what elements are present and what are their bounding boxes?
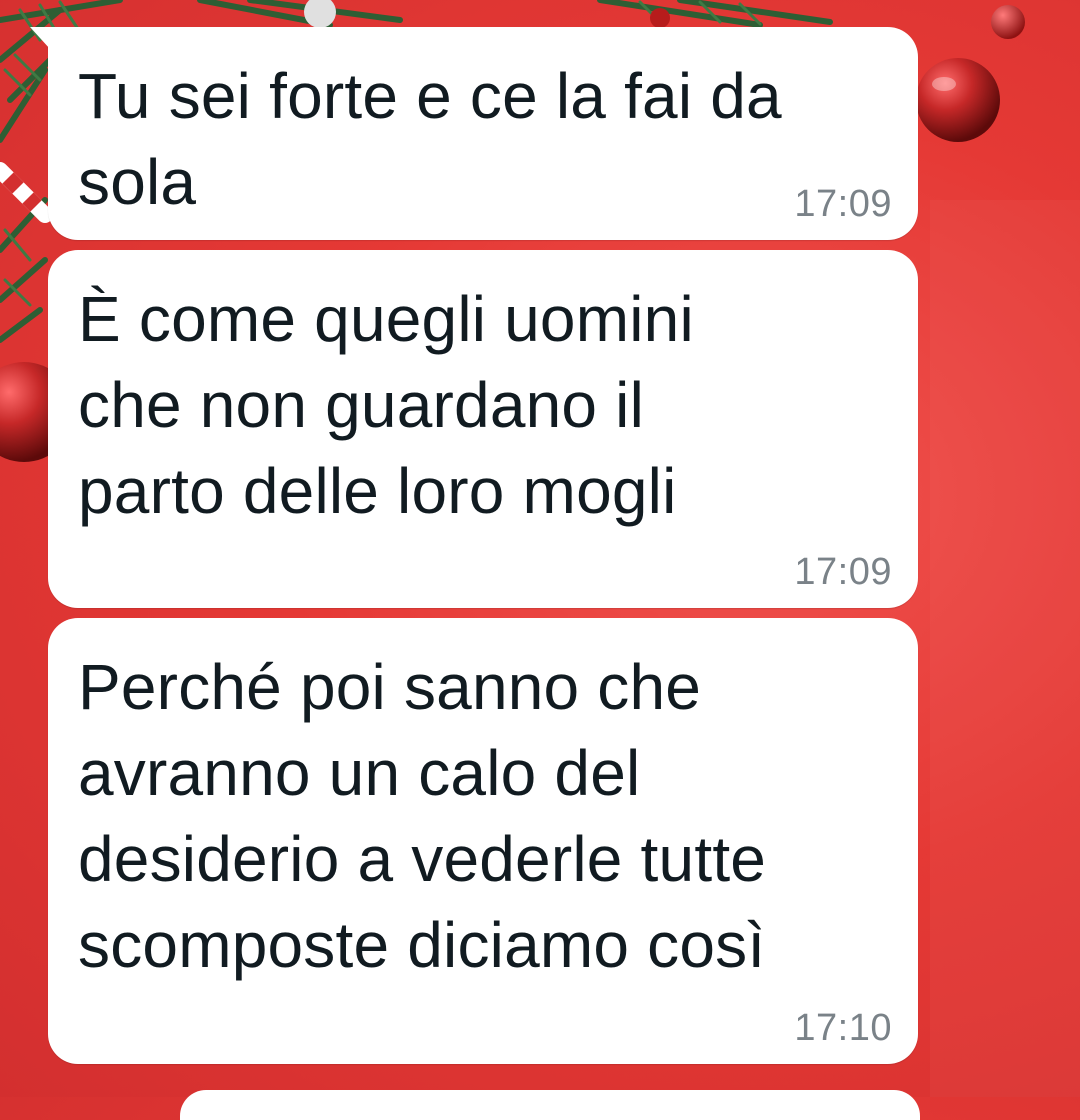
message-text: Tu sei forte e ce la fai da sola: [78, 60, 782, 218]
message-text: Perché poi sanno che avranno un calo del…: [78, 651, 767, 981]
message-bubble[interactable]: È come quegli uomini che non guardano il…: [48, 250, 918, 608]
message-bubble[interactable]: Tu sei forte e ce la fai da sola 17:09: [30, 27, 918, 240]
message-list[interactable]: Tu sei forte e ce la fai da sola 17:09 È…: [0, 0, 1080, 1120]
message-timestamp: 17:09: [794, 183, 892, 225]
partial-message-bubble[interactable]: [180, 1090, 920, 1120]
message-bubble[interactable]: Perché poi sanno che avranno un calo del…: [48, 618, 918, 1064]
message-timestamp: 17:10: [794, 1007, 892, 1049]
message-timestamp: 17:09: [794, 551, 892, 593]
message-text: È come quegli uomini che non guardano il…: [78, 283, 694, 527]
bubble-tail: [30, 27, 50, 49]
